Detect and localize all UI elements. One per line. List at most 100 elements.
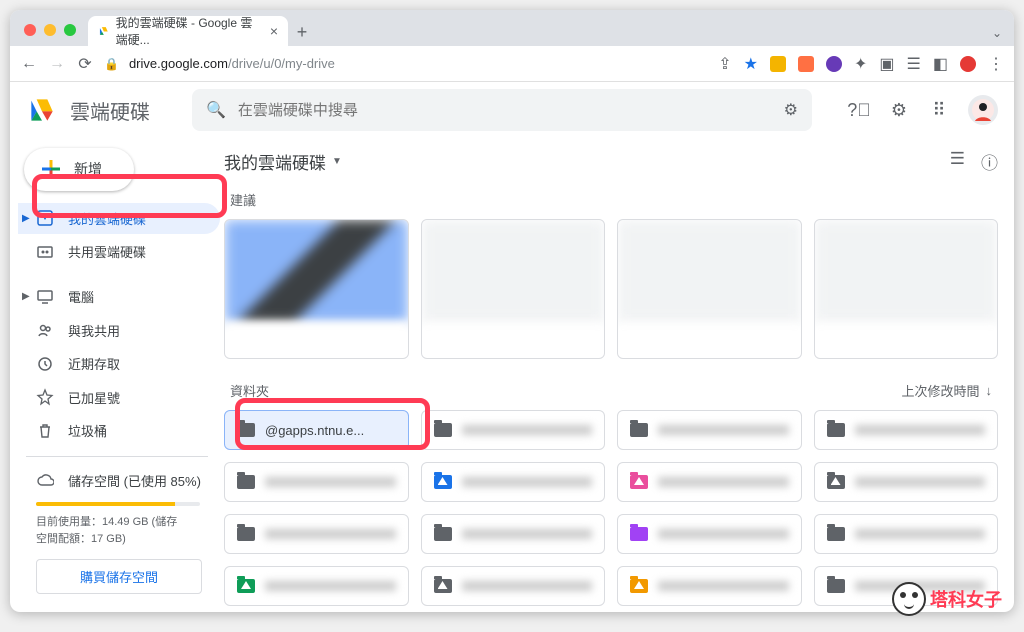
extension-icon[interactable]	[798, 56, 814, 72]
sidebar-item-label: 電腦	[68, 287, 94, 306]
folder-item[interactable]	[617, 462, 802, 502]
folder-icon	[434, 423, 452, 437]
storage-label: 儲存空間 (已使用 85%)	[68, 471, 201, 490]
shared-folder-icon	[630, 579, 648, 593]
folder-item[interactable]: @gapps.ntnu.e...	[224, 410, 409, 450]
back-button[interactable]: ←	[20, 55, 38, 73]
share-icon[interactable]: ⇪	[718, 54, 731, 74]
window-controls	[10, 24, 88, 46]
folder-name-redacted	[462, 581, 593, 591]
watermark-face-icon	[892, 582, 926, 616]
browser-tab[interactable]: 我的雲端硬碟 - Google 雲端硬... ×	[88, 16, 288, 46]
breadcrumb[interactable]: 我的雲端硬碟	[224, 149, 326, 174]
sidebar-item-my-drive[interactable]: ▶ 我的雲端硬碟	[18, 203, 220, 235]
suggested-card[interactable]	[224, 219, 409, 359]
folder-item[interactable]	[814, 514, 999, 554]
expand-icon[interactable]: ▶	[22, 291, 30, 302]
folder-name-redacted	[265, 581, 396, 591]
account-avatar[interactable]	[968, 95, 998, 125]
search-bar[interactable]: 🔍 ⚙	[192, 89, 812, 131]
search-icon: 🔍	[206, 100, 226, 120]
sort-arrow-icon: ↓	[986, 383, 993, 398]
sort-control[interactable]: 上次修改時間 ↓	[901, 381, 992, 400]
reading-list-icon[interactable]: ☰	[907, 54, 921, 74]
folder-item[interactable]	[421, 566, 606, 606]
folder-icon	[630, 423, 648, 437]
folder-item[interactable]	[224, 514, 409, 554]
url-text[interactable]: drive.google.com/drive/u/0/my-drive	[129, 56, 335, 71]
sidebar-item-shared-with-me[interactable]: ▶ 與我共用	[18, 314, 220, 346]
apps-grid-icon[interactable]: ⠿	[928, 99, 950, 121]
sidebar-item-computers[interactable]: ▶ 電腦	[18, 281, 220, 313]
new-button-label: 新增	[74, 159, 102, 179]
folder-icon	[237, 423, 255, 437]
lock-icon[interactable]: 🔒	[104, 57, 119, 71]
product-name: 雲端硬碟	[70, 96, 150, 125]
new-tab-button[interactable]: +	[288, 18, 316, 46]
shared-folder-icon	[434, 475, 452, 489]
expand-icon[interactable]: ▶	[22, 213, 30, 224]
sidebar: 新增 ▶ 我的雲端硬碟 ▶ 共用雲端硬碟 ▶ 電腦 ▶ 與我共用	[10, 138, 220, 612]
extension-icon[interactable]	[826, 56, 842, 72]
suggested-card[interactable]	[421, 219, 606, 359]
extension-icon[interactable]	[770, 56, 786, 72]
suggested-card[interactable]	[814, 219, 999, 359]
suggested-card[interactable]	[617, 219, 802, 359]
plus-icon	[38, 156, 64, 182]
folder-name-redacted	[658, 477, 789, 487]
folder-icon	[237, 475, 255, 489]
sidebar-item-label: 已加星號	[68, 388, 120, 407]
window-titlebar: 我的雲端硬碟 - Google 雲端硬... × + ⌄	[10, 10, 1014, 46]
breadcrumb-dropdown-icon[interactable]: ▼	[332, 156, 342, 167]
maximize-window-button[interactable]	[64, 24, 76, 36]
kebab-menu-icon[interactable]: ⋮	[988, 54, 1004, 74]
sidebar-item-trash[interactable]: ▶ 垃圾桶	[18, 415, 220, 447]
new-button[interactable]: 新增	[24, 148, 134, 191]
info-icon[interactable]: ⓘ	[981, 149, 998, 174]
list-view-icon[interactable]: ☰	[950, 149, 965, 174]
suggested-row	[224, 219, 998, 359]
breadcrumb-bar: 我的雲端硬碟 ▼ ☰ ⓘ	[224, 138, 998, 184]
side-panel-icon[interactable]: ◧	[933, 54, 948, 74]
folder-icon	[237, 527, 255, 541]
close-tab-icon[interactable]: ×	[270, 23, 278, 39]
profile-avatar-icon[interactable]	[960, 56, 976, 72]
tabs-dropdown-icon[interactable]: ⌄	[992, 26, 1002, 46]
folder-name-redacted	[265, 477, 396, 487]
minimize-window-button[interactable]	[44, 24, 56, 36]
folder-item[interactable]	[617, 514, 802, 554]
cast-icon[interactable]: ▣	[879, 54, 894, 74]
sidebar-item-recent[interactable]: ▶ 近期存取	[18, 348, 220, 380]
extensions-menu-icon[interactable]: ✦	[854, 54, 867, 74]
shared-folder-icon	[630, 475, 648, 489]
sidebar-item-starred[interactable]: ▶ 已加星號	[18, 381, 220, 413]
sidebar-item-shared-drives[interactable]: ▶ 共用雲端硬碟	[18, 236, 220, 268]
folder-item[interactable]	[224, 462, 409, 502]
folder-item[interactable]	[224, 566, 409, 606]
star-icon	[36, 388, 54, 406]
folder-name-redacted	[855, 477, 986, 487]
search-input[interactable]	[238, 102, 772, 119]
watermark: 塔科女子	[892, 582, 1002, 616]
close-window-button[interactable]	[24, 24, 36, 36]
folder-icon	[827, 423, 845, 437]
help-icon[interactable]: ?⃝	[848, 99, 870, 121]
sidebar-item-label: 我的雲端硬碟	[68, 209, 146, 228]
my-drive-icon	[36, 209, 54, 227]
settings-icon[interactable]: ⚙	[888, 99, 910, 121]
folder-item[interactable]	[814, 462, 999, 502]
folder-item[interactable]	[421, 462, 606, 502]
folder-item[interactable]	[421, 410, 606, 450]
suggested-heading: 建議	[230, 190, 998, 209]
folder-item[interactable]	[617, 410, 802, 450]
forward-button[interactable]: →	[48, 55, 66, 73]
folder-item[interactable]	[617, 566, 802, 606]
folder-item[interactable]	[421, 514, 606, 554]
buy-storage-button[interactable]: 購買儲存空間	[36, 559, 202, 594]
reload-button[interactable]: ⟳	[76, 54, 94, 74]
bookmark-icon[interactable]: ★	[744, 54, 758, 74]
app-header: 雲端硬碟 🔍 ⚙ ?⃝ ⚙ ⠿	[10, 82, 1014, 138]
search-options-icon[interactable]: ⚙	[784, 100, 798, 120]
folder-item[interactable]	[814, 410, 999, 450]
storage-row[interactable]: 儲存空間 (已使用 85%)	[18, 467, 220, 494]
